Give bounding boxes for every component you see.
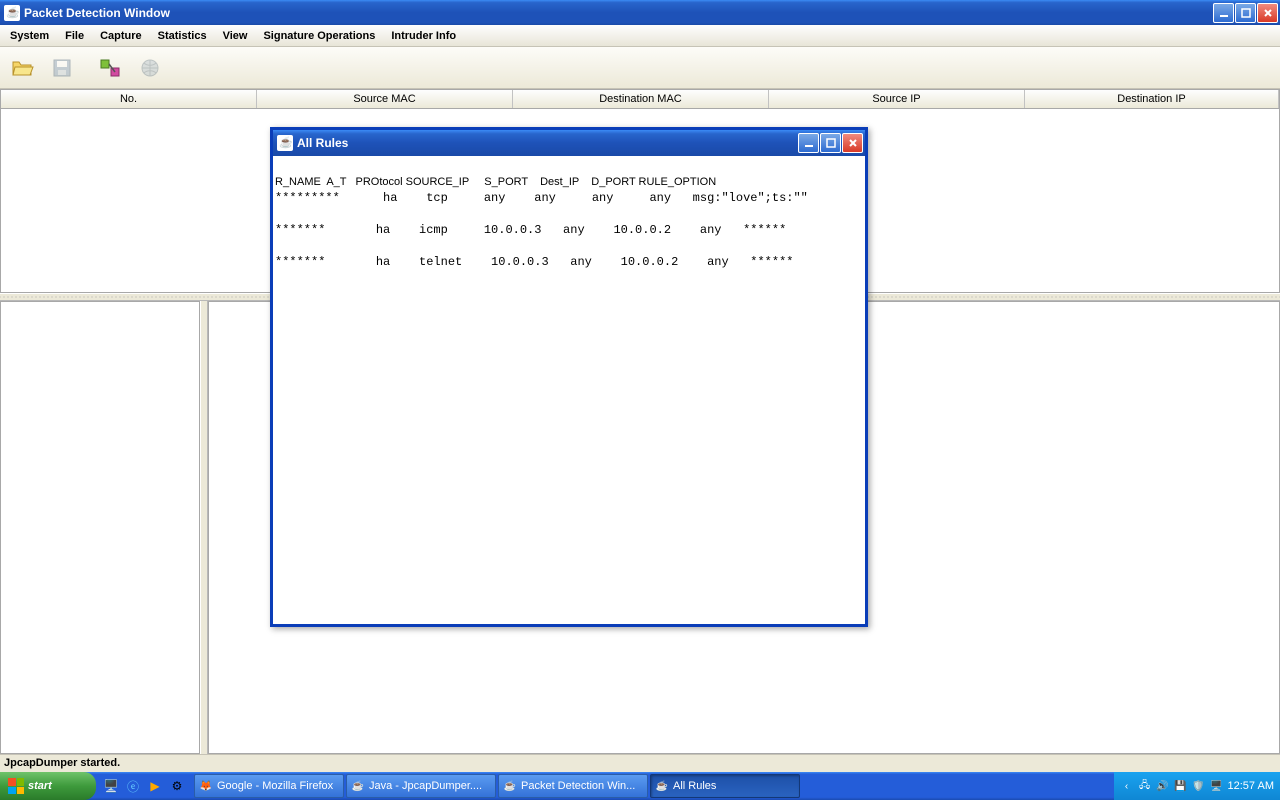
rule-row: ********* ha tcp any any any any msg:"lo… bbox=[275, 191, 808, 205]
java-icon: ☕ bbox=[655, 779, 669, 793]
menu-signature-operations[interactable]: Signature Operations bbox=[255, 28, 383, 44]
taskbar-item-firefox[interactable]: 🦊 Google - Mozilla Firefox bbox=[194, 774, 344, 798]
media-player-icon[interactable]: ▶ bbox=[146, 777, 164, 795]
stop-button[interactable] bbox=[132, 50, 168, 86]
toolbar bbox=[0, 47, 1280, 89]
status-bar: JpcapDumper started. bbox=[0, 754, 1280, 772]
tree-pane[interactable] bbox=[0, 301, 200, 754]
firefox-icon: 🦊 bbox=[199, 779, 213, 793]
menu-bar: System File Capture Statistics View Sign… bbox=[0, 25, 1280, 47]
windows-taskbar: start 🖥️ ⓔ ▶ ⚙ 🦊 Google - Mozilla Firefo… bbox=[0, 772, 1280, 800]
col-source-mac[interactable]: Source MAC bbox=[257, 90, 513, 108]
main-title-bar: Packet Detection Window bbox=[0, 0, 1280, 25]
rules-header-line: R_NAME A_T PROtocol SOURCE_IP S_PORT Des… bbox=[275, 176, 716, 188]
java-icon bbox=[277, 135, 293, 151]
close-button[interactable] bbox=[1257, 3, 1278, 23]
menu-file[interactable]: File bbox=[57, 28, 92, 44]
col-source-ip[interactable]: Source IP bbox=[769, 90, 1025, 108]
col-dest-mac[interactable]: Destination MAC bbox=[513, 90, 769, 108]
vertical-splitter[interactable] bbox=[200, 301, 208, 754]
globe-stop-icon bbox=[138, 56, 162, 80]
taskbar-items: 🦊 Google - Mozilla Firefox ☕ Java - Jpca… bbox=[192, 774, 1114, 798]
taskbar-item-label: All Rules bbox=[673, 780, 716, 792]
col-dest-ip[interactable]: Destination IP bbox=[1025, 90, 1279, 108]
sub-close-button[interactable] bbox=[842, 133, 863, 153]
windows-logo-icon bbox=[8, 778, 24, 794]
tray-volume-icon[interactable]: 🔊 bbox=[1156, 779, 1170, 793]
taskbar-item-label: Packet Detection Win... bbox=[521, 780, 635, 792]
all-rules-window: All Rules R_NAME A_T PROtocol SOURCE_IP … bbox=[270, 127, 868, 627]
menu-system[interactable]: System bbox=[2, 28, 57, 44]
network-devices-icon bbox=[98, 56, 122, 80]
sub-window-title: All Rules bbox=[297, 136, 798, 150]
clock[interactable]: 12:57 AM bbox=[1228, 780, 1274, 792]
tray-network-icon[interactable]: 🖧 bbox=[1138, 779, 1152, 793]
menu-capture[interactable]: Capture bbox=[92, 28, 150, 44]
taskbar-item-label: Google - Mozilla Firefox bbox=[217, 780, 333, 792]
tray-shield-icon[interactable]: 🛡️ bbox=[1192, 779, 1206, 793]
show-desktop-icon[interactable]: 🖥️ bbox=[102, 777, 120, 795]
status-text: JpcapDumper started. bbox=[4, 757, 120, 769]
open-button[interactable] bbox=[4, 50, 40, 86]
open-folder-icon bbox=[10, 56, 34, 80]
start-button[interactable]: start bbox=[0, 772, 96, 800]
devices-button[interactable] bbox=[92, 50, 128, 86]
col-no[interactable]: No. bbox=[1, 90, 257, 108]
java-icon: ☕ bbox=[351, 779, 365, 793]
taskbar-item-label: Java - JpcapDumper.... bbox=[369, 780, 482, 792]
window-title: Packet Detection Window bbox=[24, 6, 1213, 20]
minimize-button[interactable] bbox=[1213, 3, 1234, 23]
floppy-disk-icon bbox=[50, 56, 74, 80]
window-controls bbox=[1213, 3, 1278, 23]
toolbar-separator bbox=[84, 53, 88, 83]
maximize-button[interactable] bbox=[1235, 3, 1256, 23]
menu-view[interactable]: View bbox=[215, 28, 256, 44]
ie-icon[interactable]: ⓔ bbox=[124, 777, 142, 795]
rules-text-area[interactable]: R_NAME A_T PROtocol SOURCE_IP S_PORT Des… bbox=[273, 156, 865, 288]
taskbar-item-java-dumper[interactable]: ☕ Java - JpcapDumper.... bbox=[346, 774, 496, 798]
tray-chevron-icon[interactable]: ‹ bbox=[1120, 779, 1134, 793]
system-tray: ‹ 🖧 🔊 💾 🛡️ 🖥️ 12:57 AM bbox=[1114, 772, 1280, 800]
start-label: start bbox=[28, 780, 52, 792]
menu-statistics[interactable]: Statistics bbox=[150, 28, 215, 44]
sub-minimize-button[interactable] bbox=[798, 133, 819, 153]
taskbar-item-packet-detection[interactable]: ☕ Packet Detection Win... bbox=[498, 774, 648, 798]
menu-intruder-info[interactable]: Intruder Info bbox=[383, 28, 464, 44]
sub-title-bar[interactable]: All Rules bbox=[273, 130, 865, 156]
java-icon bbox=[4, 5, 20, 21]
quick-launch: 🖥️ ⓔ ▶ ⚙ bbox=[96, 777, 192, 795]
rule-row: ******* ha icmp 10.0.0.3 any 10.0.0.2 an… bbox=[275, 223, 786, 237]
tray-safely-remove-icon[interactable]: 💾 bbox=[1174, 779, 1188, 793]
taskbar-item-all-rules[interactable]: ☕ All Rules bbox=[650, 774, 800, 798]
app-launcher-icon[interactable]: ⚙ bbox=[168, 777, 186, 795]
sub-maximize-button[interactable] bbox=[820, 133, 841, 153]
sub-window-controls bbox=[798, 133, 863, 153]
tray-display-icon[interactable]: 🖥️ bbox=[1210, 779, 1224, 793]
rule-row: ******* ha telnet 10.0.0.3 any 10.0.0.2 … bbox=[275, 255, 793, 269]
save-button[interactable] bbox=[44, 50, 80, 86]
packet-table-header: No. Source MAC Destination MAC Source IP… bbox=[0, 89, 1280, 109]
java-icon: ☕ bbox=[503, 779, 517, 793]
